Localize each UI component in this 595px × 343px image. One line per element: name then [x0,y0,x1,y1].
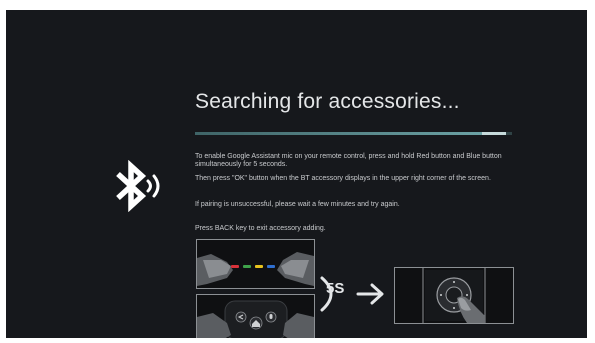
instruction-press-ok: Then press "OK" button when the BT acces… [195,175,491,182]
pairing-screen: Searching for accessories... To enable G… [6,10,587,338]
ok-key-illustration [395,268,513,323]
yellow-button-icon [255,265,263,268]
hold-duration-label: 5S [326,280,345,297]
remote-nav-keys-illustration [197,295,314,338]
remote-color-keys-illustration [197,240,314,288]
back-key-hint: Press BACK key to exit accessory adding. [195,225,326,232]
bluetooth-signal-icon [116,160,160,212]
blue-button-icon [267,265,275,268]
instruction-retry: If pairing is unsuccessful, please wait … [195,201,400,208]
progress-indicator [482,132,506,135]
illustration-press-ok [394,267,514,324]
illustration-color-buttons [196,239,315,289]
back-key-icon [235,311,247,323]
green-button-icon [243,265,251,268]
arrow-right-icon [356,283,384,305]
instruction-hold-buttons: To enable Google Assistant mic on your r… [195,153,502,169]
progress-fill [195,132,506,135]
page-title: Searching for accessories... [195,90,460,113]
search-progress-bar [195,132,512,135]
illustration-remote-keys [196,294,315,338]
red-button-icon [231,265,239,268]
